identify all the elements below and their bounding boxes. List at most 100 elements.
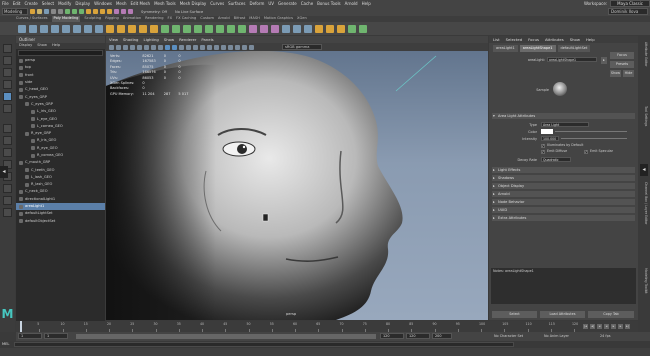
boolean-icon[interactable] — [139, 24, 147, 33]
fps-select[interactable]: 24 fps — [600, 333, 611, 339]
smooth-icon[interactable] — [128, 24, 136, 33]
section-extra-attributes[interactable]: Extra Attributes — [492, 215, 635, 221]
section-object-display[interactable]: Object Display — [492, 183, 635, 189]
outliner-item[interactable]: defaultObjectSet — [16, 218, 105, 225]
hypershade-layout-icon[interactable] — [3, 184, 12, 193]
playback-start-field[interactable]: 1 — [44, 333, 68, 339]
outliner-item[interactable]: R_iris_GEO — [16, 137, 105, 144]
command-language[interactable]: MEL — [2, 342, 9, 346]
emit-specular-checkbox[interactable] — [584, 149, 588, 154]
poly-cone-icon[interactable] — [51, 24, 59, 33]
time-ruler[interactable]: 5 10 15 20 25 30 35 40 45 50 55 60 65 70 75 80 85 90 95 100… — [16, 321, 581, 332]
target-weld-icon[interactable] — [216, 24, 224, 33]
uv-auto-icon[interactable] — [271, 24, 279, 33]
lasso-tool-icon[interactable] — [3, 56, 12, 65]
outliner-item[interactable]: defaultLightSet — [16, 210, 105, 217]
poly-plane-icon[interactable] — [73, 24, 81, 33]
menu-mesh-display[interactable]: Mesh Display — [180, 1, 207, 6]
render-icon[interactable] — [114, 9, 119, 14]
isolate-select-icon[interactable] — [221, 44, 226, 50]
xray-joints-icon[interactable] — [235, 44, 240, 50]
freeze-transform-icon[interactable] — [293, 24, 301, 33]
move-tool-icon[interactable] — [3, 80, 12, 89]
connect-icon[interactable] — [227, 24, 235, 33]
section-arnold[interactable]: Arnold — [492, 191, 635, 197]
ae-menu-help[interactable]: Help — [586, 36, 595, 43]
delete-history-icon[interactable] — [304, 24, 312, 33]
menu-deform[interactable]: Deform — [249, 1, 264, 6]
outliner-item[interactable]: C_teeth_GEO — [16, 166, 105, 173]
time-slider[interactable]: 5 10 15 20 25 30 35 40 45 50 55 60 65 70 75 80 85 90 95 100… — [16, 321, 638, 332]
paint-select-icon[interactable] — [359, 24, 367, 33]
animation-end-field[interactable]: 120 — [406, 333, 430, 339]
poly-sphere-icon[interactable] — [18, 24, 26, 33]
open-scene-icon[interactable] — [37, 9, 42, 14]
section-uuid[interactable]: UUID — [492, 207, 635, 213]
play-backwards-icon[interactable]: ◂ — [604, 324, 609, 329]
mirror-icon[interactable] — [150, 24, 158, 33]
play-forwards-icon[interactable]: ▸ — [611, 324, 616, 329]
menu-edit[interactable]: Edit — [13, 1, 21, 6]
copy-tab-button[interactable]: Copy Tab — [588, 311, 634, 318]
outliner-item[interactable]: C_neck_GEO — [16, 188, 105, 195]
new-scene-icon[interactable] — [30, 9, 35, 14]
snap-view-plane-icon[interactable] — [107, 9, 112, 14]
combine-icon[interactable] — [106, 24, 114, 33]
outliner-item[interactable]: C_mouth_GRP — [16, 159, 105, 166]
outliner-item[interactable]: R_eye_GRP — [16, 130, 105, 137]
channel-box-tab[interactable]: Channel Box / Layer Editor — [640, 182, 648, 262]
use-all-lights-icon[interactable] — [186, 44, 191, 50]
shadows-icon[interactable] — [193, 44, 198, 50]
poly-cylinder-icon[interactable] — [40, 24, 48, 33]
intensity-slider[interactable] — [561, 138, 627, 139]
symmetry-status[interactable]: Symmetry: Off — [141, 10, 167, 14]
range-bar[interactable] — [76, 334, 376, 339]
outliner-menu-display[interactable]: Display — [19, 43, 32, 49]
uv-planar-icon[interactable] — [260, 24, 268, 33]
viewport-panel[interactable]: View Shading Lighting Show Renderer Panels sR… — [106, 36, 488, 320]
snap-curve-icon[interactable] — [93, 9, 98, 14]
outliner-menu-show[interactable]: Show — [37, 43, 47, 49]
select-button[interactable]: Select — [492, 311, 537, 318]
camera-attributes-icon[interactable] — [116, 44, 121, 50]
node-name-field[interactable]: areaLightShape1 — [547, 57, 597, 62]
left-collapse-arrow-icon[interactable]: ◂ — [0, 166, 8, 178]
go-to-end-icon[interactable]: ▸| — [625, 324, 630, 329]
poly-cube-icon[interactable] — [29, 24, 37, 33]
menu-mesh[interactable]: Mesh — [116, 1, 127, 6]
anti-aliasing-icon[interactable] — [214, 44, 219, 50]
light-type-select[interactable]: Area Light — [541, 122, 589, 127]
notes-panel[interactable]: Notes: areaLightShape1 — [491, 268, 636, 304]
gamma-icon[interactable] — [249, 44, 254, 50]
step-back-key-icon[interactable]: ◂| — [590, 324, 595, 329]
menu-edit-mesh[interactable]: Edit Mesh — [131, 1, 151, 6]
outliner-item[interactable]: L_lash_GEO — [16, 174, 105, 181]
uv-editor-layout-icon[interactable] — [3, 196, 12, 205]
anim-layer-select[interactable]: No Anim Layer — [544, 333, 569, 339]
section-light-effects[interactable]: Light Effects — [492, 167, 635, 173]
light-color-swatch[interactable] — [541, 129, 553, 134]
bevel-icon[interactable] — [183, 24, 191, 33]
gate-mask-icon[interactable] — [158, 44, 163, 50]
outliner-search-input[interactable] — [18, 50, 103, 56]
outliner-item[interactable]: L_iris_GEO — [16, 108, 105, 115]
append-polygon-icon[interactable] — [337, 24, 345, 33]
load-attributes-button[interactable]: Load Attributes — [540, 311, 585, 318]
step-back-frame-icon[interactable]: ◂ — [597, 324, 602, 329]
live-surface-status[interactable]: No Live Surface — [175, 10, 203, 14]
go-to-start-icon[interactable]: |◂ — [583, 324, 588, 329]
save-scene-icon[interactable] — [44, 9, 49, 14]
render-settings-icon[interactable] — [128, 9, 133, 14]
animation-end-outer-field[interactable]: 200 — [432, 333, 452, 339]
outliner-item[interactable]: directionalLight1 — [16, 196, 105, 203]
menu-mesh-tools[interactable]: Mesh Tools — [154, 1, 176, 6]
image-plane-icon[interactable] — [130, 44, 135, 50]
grid-icon[interactable] — [137, 44, 142, 50]
character-set-select[interactable]: No Character Set — [494, 333, 523, 339]
tool-settings-tab[interactable]: Tool Settings — [640, 106, 648, 146]
outliner-item[interactable]: R_lash_GEO — [16, 181, 105, 188]
menu-generate[interactable]: Generate — [278, 1, 297, 6]
custom-layout-icon[interactable] — [3, 208, 12, 217]
show-button[interactable]: Show — [610, 70, 621, 77]
bool-icon[interactable] — [194, 24, 202, 33]
